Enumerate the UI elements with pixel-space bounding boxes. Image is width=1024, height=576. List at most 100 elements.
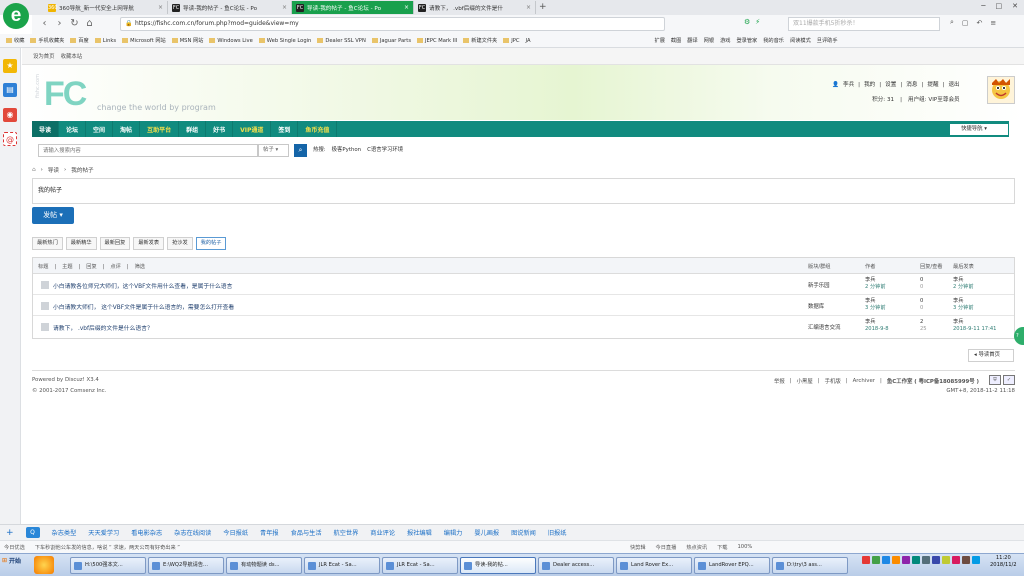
- thread-subject-link[interactable]: 小白请教大师们， 这个VBF文件是属于什么语言的，需要怎么打开查看: [53, 302, 234, 311]
- daily-pick-link[interactable]: 今日优选: [4, 544, 25, 551]
- forward-icon[interactable]: ›: [53, 18, 66, 29]
- nav-recharge[interactable]: 鱼币充值: [298, 121, 338, 137]
- quicklaunch-icon[interactable]: [34, 556, 54, 574]
- mail-icon[interactable]: @: [3, 132, 17, 146]
- credits-link[interactable]: 积分: 31: [872, 93, 894, 108]
- tray-icon[interactable]: [912, 556, 920, 564]
- tray-icon[interactable]: [902, 556, 910, 564]
- breadcrumb-my-posts[interactable]: 我的帖子: [71, 166, 93, 174]
- close-icon[interactable]: ×: [526, 4, 531, 11]
- speed-icon[interactable]: ⚡: [755, 18, 760, 26]
- taskbar-item[interactable]: E:\WQ2导航请告...: [148, 557, 224, 574]
- bookmark-item[interactable]: Dealer SSL VPN: [317, 37, 366, 44]
- taskbar-clock[interactable]: 11:20 2018/11/2: [990, 555, 1017, 569]
- tab-new-reply[interactable]: 最新回复: [99, 237, 131, 250]
- taskbar-item[interactable]: JLR Ecat - Sa...: [382, 557, 458, 574]
- tab-sofa[interactable]: 抢沙发: [167, 237, 193, 250]
- last-author-link[interactable]: 李兵: [953, 277, 974, 284]
- thread-author-link[interactable]: 李兵: [865, 319, 889, 326]
- nav-guide[interactable]: 导读: [32, 121, 60, 137]
- tray-icon[interactable]: [962, 556, 970, 564]
- maximize-icon[interactable]: □: [996, 2, 1003, 10]
- bookmark-item[interactable]: 网银: [704, 37, 714, 44]
- bookmark-item[interactable]: 收藏: [6, 37, 24, 44]
- nav-forum[interactable]: 论坛: [59, 121, 87, 137]
- news-ticker[interactable]: 下车秒割他公车发的信息，啥说 “ 求速，两天公司有好奇出来 ”: [35, 544, 180, 551]
- tray-icon[interactable]: [892, 556, 900, 564]
- volume-icon[interactable]: [972, 556, 980, 564]
- tray-icon[interactable]: [952, 556, 960, 564]
- bookmark-item[interactable]: MSN 网站: [171, 37, 203, 44]
- new-post-button[interactable]: 发帖 ▾: [32, 207, 74, 224]
- bookmark-item[interactable]: 登录管家: [736, 37, 757, 44]
- search-button[interactable]: ⌕: [294, 144, 307, 157]
- nav-mutual-help[interactable]: 互助平台: [140, 121, 180, 137]
- quick-nav-dropdown[interactable]: 快捷导航 ▾: [950, 124, 1008, 135]
- tray-icon[interactable]: [942, 556, 950, 564]
- browser-tab-active[interactable]: FC 导读-我的帖子 - 鱼C论坛 - Po ×: [292, 1, 414, 14]
- last-date-link[interactable]: 2018-9-11 17:41: [953, 326, 996, 333]
- search-icon[interactable]: ⌕: [950, 18, 954, 27]
- search-type-select[interactable]: 帖子 ▾: [258, 144, 289, 157]
- browser-tab[interactable]: 360 360导航_新一代安全上网导航 ×: [44, 1, 168, 14]
- site-link[interactable]: 婴儿画报: [474, 528, 499, 537]
- back-icon[interactable]: ‹: [38, 18, 51, 29]
- tray-icon[interactable]: [862, 556, 870, 564]
- blackroom-link[interactable]: 小黑屋: [797, 377, 813, 385]
- bookmark-item[interactable]: Windows Live: [209, 37, 253, 44]
- nav-space[interactable]: 空间: [86, 121, 114, 137]
- browser-logo-icon[interactable]: e: [3, 3, 29, 29]
- feedback-tab[interactable]: ?: [1014, 327, 1024, 345]
- back-to-guide-button[interactable]: ◂ 导读首页: [968, 349, 1014, 362]
- bookmark-item[interactable]: 手机收藏夹: [30, 37, 64, 44]
- last-date-link[interactable]: 2 分钟前: [953, 284, 974, 291]
- filter-screen[interactable]: 筛选: [135, 263, 145, 270]
- search-app-icon[interactable]: Q: [25, 527, 40, 538]
- hot-word-link[interactable]: 极客Python: [332, 145, 361, 153]
- close-icon[interactable]: ×: [282, 4, 287, 11]
- tray-icon[interactable]: [922, 556, 930, 564]
- site-link[interactable]: 航空世界: [334, 528, 359, 537]
- tray-icon[interactable]: [932, 556, 940, 564]
- thread-subject-link[interactable]: 小白请教各位师兄大师们，这个VBF文件用什么查看，是属于什么语言: [53, 281, 232, 290]
- site-link[interactable]: 杂志类型: [52, 528, 77, 537]
- taskbar-item[interactable]: 有动物题读 ds...: [226, 557, 302, 574]
- username-link[interactable]: 李兵: [843, 78, 854, 93]
- site-link[interactable]: 图说新闻: [511, 528, 536, 537]
- thread-subject-link[interactable]: 请教下， .vbf后缀的文件是什么语言？: [53, 323, 153, 332]
- filter-reply[interactable]: 回复: [86, 263, 96, 270]
- tab-hot[interactable]: 最新热门: [32, 237, 63, 250]
- breadcrumb-guide[interactable]: 导读: [48, 166, 59, 174]
- taskbar-item[interactable]: Dealer access...: [538, 557, 614, 574]
- nav-books[interactable]: 好书: [206, 121, 234, 137]
- bookmark-item[interactable]: 翻译: [687, 37, 697, 44]
- bookmark-item[interactable]: JA: [526, 38, 531, 44]
- icp-link[interactable]: 鱼C工作室 ( 粤ICP备18085999号 ): [887, 377, 979, 385]
- archiver-link[interactable]: Archiver: [853, 378, 875, 384]
- nav-checkin[interactable]: 签到: [271, 121, 299, 137]
- site-link[interactable]: 旧报纸: [548, 528, 567, 537]
- browser-tab[interactable]: FC 请教下， .vbf后缀的文件是什 ×: [414, 1, 536, 14]
- bookmark-item[interactable]: Jaguar Parts: [371, 37, 411, 44]
- bookmark-item[interactable]: 游戏: [720, 37, 730, 44]
- new-tab-button[interactable]: +: [539, 2, 547, 12]
- my-link[interactable]: 我的: [864, 78, 875, 93]
- verified-icon[interactable]: ✓: [1003, 375, 1015, 385]
- site-link[interactable]: 食品与生活: [291, 528, 322, 537]
- bookmark-item[interactable]: Microsoft 网站: [122, 37, 166, 44]
- police-badge-icon[interactable]: ⛨: [989, 375, 1001, 385]
- bookmark-item[interactable]: 扩展: [655, 37, 665, 44]
- home-icon[interactable]: ⌂: [32, 167, 36, 173]
- close-icon[interactable]: ×: [158, 4, 163, 11]
- bookmark-site-link[interactable]: 收藏本站: [61, 52, 83, 60]
- mobile-link[interactable]: 手机版: [825, 377, 841, 385]
- site-link[interactable]: 报社编辑: [407, 528, 432, 537]
- site-link[interactable]: 杂志在线阅读: [174, 528, 211, 537]
- close-icon[interactable]: ×: [404, 4, 409, 11]
- site-link[interactable]: 天天爱学习: [88, 528, 119, 537]
- filter-topic[interactable]: 主题: [62, 263, 72, 270]
- undo-icon[interactable]: ↶: [977, 19, 983, 27]
- user-group-link[interactable]: 用户组: VIP至尊会员: [908, 93, 960, 108]
- quick-edit-link[interactable]: 快剪辑: [630, 544, 646, 551]
- avatar[interactable]: [987, 76, 1015, 104]
